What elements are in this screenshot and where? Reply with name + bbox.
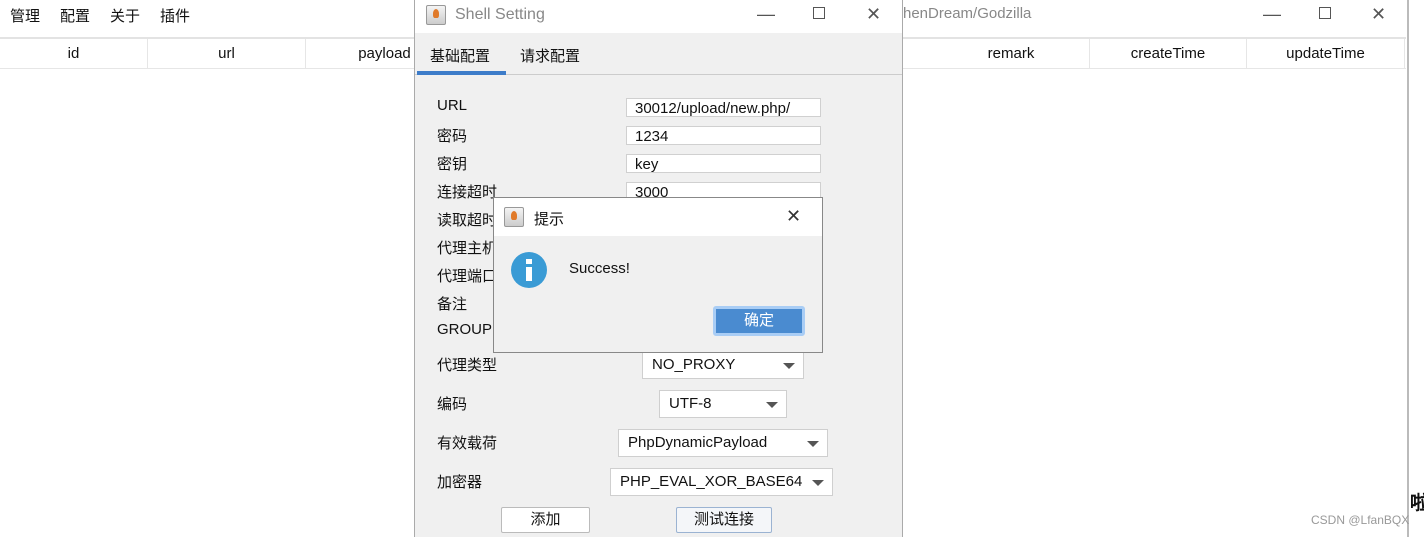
- test-connection-button[interactable]: 测试连接: [676, 507, 772, 533]
- payload-select[interactable]: PhpDynamicPayload: [618, 429, 828, 457]
- message-dialog-titlebar: 提示 ✕: [494, 198, 822, 236]
- label-proxy-type: 代理类型: [437, 357, 498, 374]
- tab-bar: 基础配置 请求配置: [415, 33, 902, 75]
- background-text: 啦: [1410, 493, 1424, 514]
- close-button[interactable]: ✕: [1371, 4, 1386, 25]
- label-group: GROUP: [437, 321, 493, 338]
- chevron-down-icon: [807, 441, 819, 447]
- menu-about[interactable]: 关于: [110, 5, 140, 26]
- label-proxy-port: 代理端口: [437, 268, 498, 285]
- window-border: [1407, 0, 1409, 537]
- ok-button[interactable]: 确定: [713, 306, 805, 336]
- main-window-title: henDream/Godzilla: [903, 5, 1032, 22]
- label-key: 密钥: [437, 156, 468, 173]
- tab-basic-config[interactable]: 基础配置: [430, 45, 490, 66]
- dialog-titlebar: Shell Setting — ✕: [415, 0, 902, 33]
- java-icon: [504, 207, 524, 227]
- label-payload: 有效载荷: [437, 435, 498, 452]
- column-remark[interactable]: remark: [933, 39, 1090, 69]
- menu-config[interactable]: 配置: [60, 5, 90, 26]
- column-url[interactable]: url: [148, 39, 306, 69]
- column-createtime[interactable]: createTime: [1090, 39, 1247, 69]
- password-input[interactable]: 1234: [626, 126, 821, 145]
- active-tab-indicator: [417, 71, 506, 75]
- menu-manage[interactable]: 管理: [10, 5, 40, 26]
- tab-request-config[interactable]: 请求配置: [520, 45, 580, 66]
- proxy-type-select[interactable]: NO_PROXY: [642, 351, 804, 379]
- cryption-value: PHP_EVAL_XOR_BASE64: [620, 473, 803, 490]
- dialog-minimize-button[interactable]: —: [757, 4, 775, 25]
- chevron-down-icon: [812, 480, 824, 486]
- proxy-type-value: NO_PROXY: [652, 356, 736, 373]
- cryption-select[interactable]: PHP_EVAL_XOR_BASE64: [610, 468, 833, 496]
- java-icon: [426, 5, 446, 25]
- chevron-down-icon: [766, 402, 778, 408]
- dialog-close-button[interactable]: ✕: [866, 4, 881, 25]
- column-updatetime[interactable]: updateTime: [1247, 39, 1405, 69]
- label-encoding: 编码: [437, 396, 468, 413]
- label-remark: 备注: [437, 296, 468, 313]
- key-input[interactable]: key: [626, 154, 821, 173]
- label-url: URL: [437, 97, 468, 114]
- url-input[interactable]: 30012/upload/new.php/: [626, 98, 821, 117]
- label-password: 密码: [437, 128, 468, 145]
- watermark: CSDN @LfanBQX: [1311, 513, 1410, 527]
- label-cryption: 加密器: [437, 474, 483, 491]
- message-dialog-title: 提示: [534, 211, 565, 228]
- label-read-timeout: 读取超时: [437, 212, 498, 229]
- message-dialog-close-button[interactable]: ✕: [786, 206, 801, 227]
- chevron-down-icon: [783, 363, 795, 369]
- message-dialog: 提示 ✕ Success! 确定: [493, 197, 823, 353]
- minimize-button[interactable]: —: [1263, 4, 1281, 25]
- message-text: Success!: [569, 260, 630, 277]
- label-connect-timeout: 连接超时: [437, 184, 498, 201]
- dialog-title: Shell Setting: [455, 6, 545, 23]
- encoding-value: UTF-8: [669, 395, 712, 412]
- info-icon: [511, 252, 547, 288]
- maximize-button[interactable]: [1319, 7, 1331, 19]
- encoding-select[interactable]: UTF-8: [659, 390, 787, 418]
- column-id[interactable]: id: [0, 39, 148, 69]
- menu-plugins[interactable]: 插件: [160, 5, 190, 26]
- add-button[interactable]: 添加: [501, 507, 590, 533]
- label-proxy-host: 代理主机: [437, 240, 498, 257]
- dialog-maximize-button[interactable]: [813, 7, 825, 19]
- payload-value: PhpDynamicPayload: [628, 434, 768, 451]
